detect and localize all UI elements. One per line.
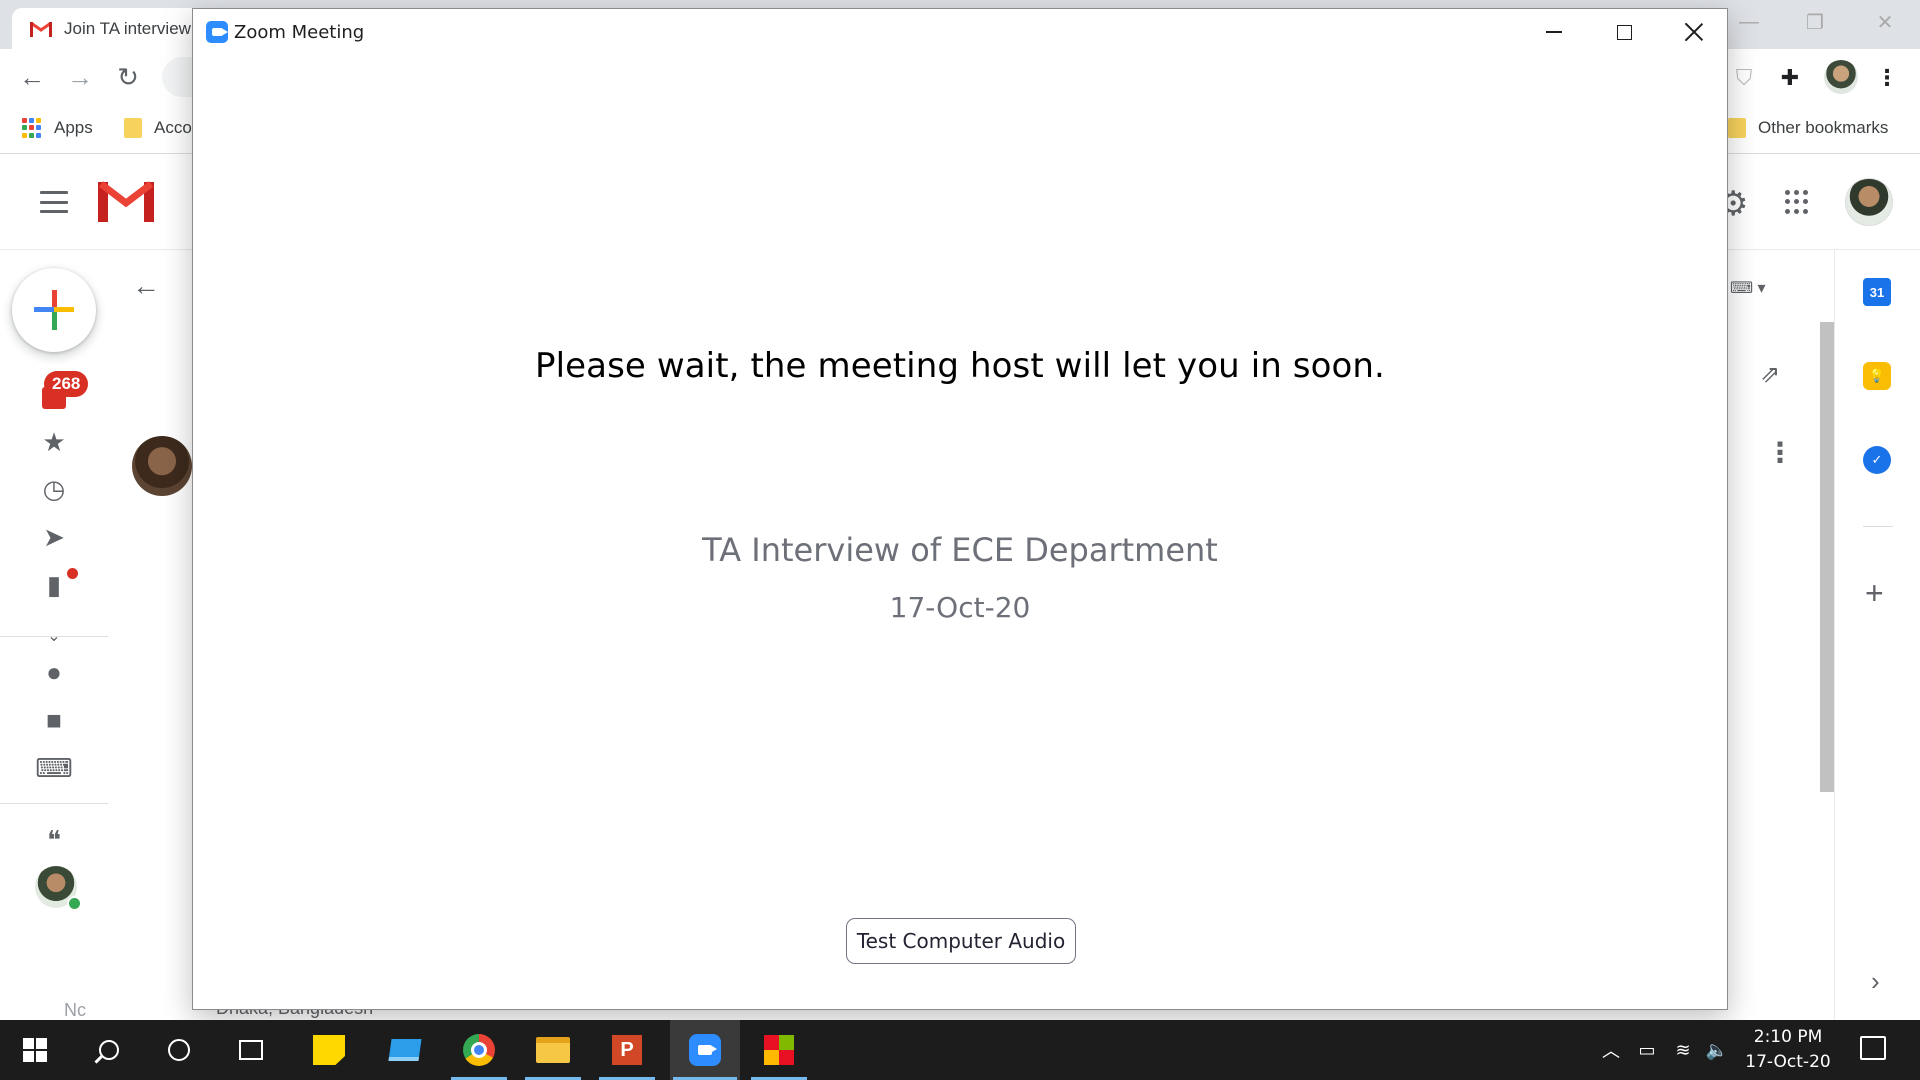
test-computer-audio-button[interactable]: Test Computer Audio [846, 918, 1076, 964]
zoom-titlebar: Zoom Meeting [193, 9, 1727, 55]
volume-icon[interactable]: 🔈 [1702, 1020, 1732, 1080]
taskbar-this-pc[interactable] [374, 1020, 436, 1080]
join-meeting-keyboard-icon[interactable]: ⌨ [35, 753, 73, 783]
maximize-icon [1616, 24, 1632, 40]
start-button[interactable] [4, 1020, 66, 1080]
battery-icon[interactable]: ▭ [1632, 1020, 1662, 1080]
search-icon [99, 1040, 119, 1060]
input-tools-keyboard-icon[interactable]: ⌨ ▾ [1730, 278, 1766, 298]
zoom-maximize-button[interactable] [1589, 9, 1659, 55]
meet-video-icon[interactable]: ■ [40, 705, 68, 735]
zoom-window-title: Zoom Meeting [234, 22, 365, 43]
windows-taskbar: P ︿ ▭ ≋ 🔈 2:10 PM 17-Oct-20 [0, 1020, 1920, 1080]
bookmark-apps-label: Apps [54, 118, 93, 137]
meeting-date: 17-Oct-20 [889, 591, 1031, 624]
zoom-meeting-window: Zoom Meeting Please wait, the meeting ho… [192, 8, 1728, 1010]
this-pc-icon [388, 1039, 422, 1061]
sidebar-divider [0, 803, 108, 804]
more-options-icon[interactable]: ⋮ [1766, 436, 1794, 469]
task-view-icon [239, 1040, 263, 1060]
minimize-icon [1546, 31, 1562, 33]
browser-profile-avatar[interactable] [1824, 60, 1858, 94]
powerpoint-icon: P [612, 1035, 642, 1065]
taskbar-zoom[interactable] [670, 1020, 740, 1080]
clock-time: 2:10 PM [1753, 1027, 1823, 1047]
online-status-dot [67, 896, 82, 911]
partial-text: Nc [64, 1000, 86, 1020]
google-apps-icon[interactable] [1785, 190, 1809, 214]
chrome-icon [463, 1034, 495, 1066]
taskbar-chrome[interactable] [448, 1020, 510, 1080]
back-icon[interactable]: ← [14, 61, 50, 93]
reload-icon[interactable]: ↻ [110, 61, 146, 93]
system-clock[interactable]: 2:10 PM 17-Oct-20 [1736, 1025, 1840, 1075]
bookmark-other-label: Other bookmarks [1758, 118, 1889, 137]
compose-button[interactable] [12, 268, 96, 352]
meeting-title: TA Interview of ECE Department [702, 531, 1218, 569]
show-side-panel-chevron-icon[interactable]: › [1871, 966, 1880, 997]
compose-plus-icon-bar [34, 307, 74, 312]
zoom-icon [689, 1034, 721, 1066]
gmail-favicon-icon [30, 21, 52, 37]
drafts-indicator-dot [67, 568, 78, 579]
snoozed-clock-icon[interactable]: ◷ [40, 474, 68, 504]
drafts-icon[interactable]: ▮ [40, 570, 68, 600]
browser-menu-icon[interactable]: ⋮ [1870, 61, 1904, 95]
inbox-unread-badge: 268 [44, 371, 89, 397]
account-avatar[interactable] [1845, 178, 1893, 226]
taskbar-sticky-notes[interactable] [298, 1020, 360, 1080]
shield-extension-icon[interactable]: ⛉ [1727, 61, 1761, 95]
browser-tab-title: Join TA interview [64, 18, 191, 38]
calendar-icon[interactable]: 31 [1863, 278, 1891, 306]
bookmark-folder[interactable]: Acco [124, 118, 192, 138]
sent-icon[interactable]: ➤ [40, 522, 68, 552]
bookmark-folder-label: Acco [154, 118, 192, 137]
close-icon [1685, 23, 1703, 41]
main-menu-icon[interactable] [40, 191, 68, 213]
bookmark-apps[interactable]: Apps [22, 118, 93, 138]
gmail-logo-icon [98, 181, 154, 222]
sticky-notes-icon [313, 1035, 345, 1065]
open-in-new-window-icon[interactable]: ⇗ [1760, 360, 1780, 389]
zoom-minimize-button[interactable] [1519, 9, 1589, 55]
search-button[interactable] [78, 1020, 140, 1080]
hangouts-quote-icon[interactable]: ❝ [40, 825, 68, 855]
taskbar-photos-app[interactable] [748, 1020, 810, 1080]
apps-grid-icon [22, 118, 42, 138]
sender-avatar[interactable] [132, 436, 192, 496]
gmail-scrollbar[interactable] [1820, 322, 1834, 792]
colorful-app-icon [764, 1035, 794, 1065]
browser-close-icon[interactable]: ✕ [1852, 0, 1918, 44]
cortana-button[interactable] [148, 1020, 210, 1080]
side-panel: 31 💡 ✓ + › [1834, 250, 1920, 1020]
clock-date: 17-Oct-20 [1745, 1052, 1831, 1072]
windows-logo-icon [23, 1038, 47, 1062]
keep-lightbulb-icon[interactable]: 💡 [1863, 362, 1891, 390]
show-hidden-icons-chevron-icon[interactable]: ︿ [1596, 1020, 1626, 1080]
zoom-close-button[interactable] [1659, 9, 1729, 55]
wifi-icon[interactable]: ≋ [1668, 1020, 1698, 1080]
file-explorer-icon [536, 1037, 570, 1063]
taskbar-file-explorer[interactable] [522, 1020, 584, 1080]
side-panel-divider [1863, 526, 1893, 527]
forward-icon[interactable]: → [62, 61, 98, 93]
action-center-icon[interactable] [1860, 1036, 1886, 1060]
bookmark-other[interactable]: Other bookmarks [1728, 118, 1888, 138]
folder-icon [1728, 118, 1746, 138]
cortana-circle-icon [168, 1039, 190, 1061]
folder-icon [124, 118, 142, 138]
tasks-check-icon[interactable]: ✓ [1863, 446, 1891, 474]
task-view-button[interactable] [220, 1020, 282, 1080]
get-addons-plus-icon[interactable]: + [1865, 575, 1884, 612]
extensions-puzzle-icon[interactable]: ✚ [1773, 61, 1807, 95]
back-to-inbox-icon[interactable]: ← [132, 270, 160, 302]
browser-restore-icon[interactable]: ❐ [1782, 0, 1848, 44]
starred-icon[interactable]: ★ [40, 427, 68, 457]
taskbar-powerpoint[interactable]: P [596, 1020, 658, 1080]
sidebar-divider [0, 636, 108, 637]
waiting-room-message: Please wait, the meeting host will let y… [535, 346, 1385, 386]
zoom-camera-icon [206, 21, 228, 43]
chat-icon[interactable]: ● [40, 657, 68, 687]
